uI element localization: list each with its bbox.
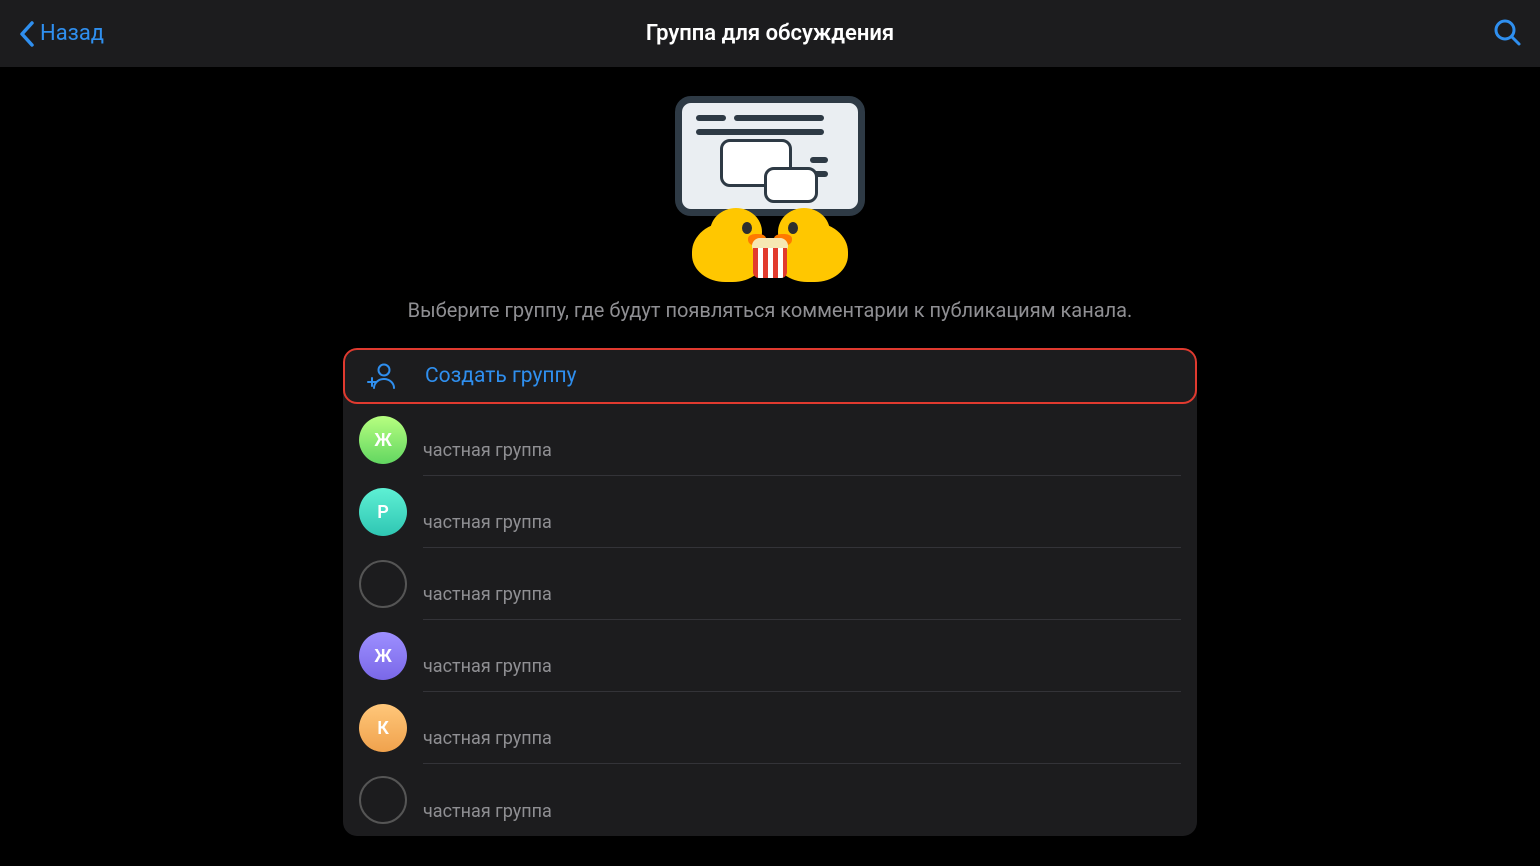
group-row[interactable]: Жчастная группа xyxy=(343,404,1197,476)
group-row[interactable]: Жчастная группа xyxy=(343,620,1197,692)
group-row[interactable]: частная группа xyxy=(343,548,1197,620)
avatar: Ж xyxy=(359,632,407,680)
group-subtitle: частная группа xyxy=(423,512,1181,533)
group-subtitle: частная группа xyxy=(423,728,1181,749)
group-subtitle: частная группа xyxy=(423,440,1181,461)
header-bar: Назад Группа для обсуждения xyxy=(0,0,1540,68)
group-subtitle: частная группа xyxy=(423,656,1181,677)
back-button[interactable]: Назад xyxy=(18,20,104,48)
group-text-col: частная группа xyxy=(423,692,1181,764)
hero-screen xyxy=(675,96,865,216)
group-row[interactable]: частная группа xyxy=(343,764,1197,836)
back-label: Назад xyxy=(40,21,104,46)
group-name xyxy=(423,706,1181,726)
group-name xyxy=(423,418,1181,438)
avatar xyxy=(359,776,407,824)
group-text-col: частная группа xyxy=(423,404,1181,476)
hero-illustration xyxy=(660,96,880,276)
hero-popcorn xyxy=(753,238,787,278)
create-group-label: Создать группу xyxy=(425,364,577,388)
avatar xyxy=(359,560,407,608)
create-group-button[interactable]: Создать группу xyxy=(343,348,1197,404)
add-user-icon xyxy=(367,361,397,391)
chevron-left-icon xyxy=(18,20,36,48)
search-icon xyxy=(1492,17,1522,47)
group-list-panel: Создать группу Жчастная группаРчастная г… xyxy=(343,348,1197,836)
group-name xyxy=(423,562,1181,582)
avatar: Р xyxy=(359,488,407,536)
group-text-col: частная группа xyxy=(423,764,1181,836)
search-button[interactable] xyxy=(1492,17,1522,51)
avatar: Ж xyxy=(359,416,407,464)
group-subtitle: частная группа xyxy=(423,801,1181,822)
avatar: К xyxy=(359,704,407,752)
page-title: Группа для обсуждения xyxy=(646,21,894,46)
group-text-col: частная группа xyxy=(423,548,1181,620)
group-row[interactable]: Рчастная группа xyxy=(343,476,1197,548)
group-subtitle: частная группа xyxy=(423,584,1181,605)
group-text-col: частная группа xyxy=(423,476,1181,548)
group-name xyxy=(423,490,1181,510)
content-area: Выберите группу, где будут появляться ко… xyxy=(0,68,1540,836)
group-name xyxy=(423,634,1181,654)
group-name xyxy=(423,779,1181,799)
description-text: Выберите группу, где будут появляться ко… xyxy=(408,298,1133,322)
group-row[interactable]: Кчастная группа xyxy=(343,692,1197,764)
group-text-col: частная группа xyxy=(423,620,1181,692)
